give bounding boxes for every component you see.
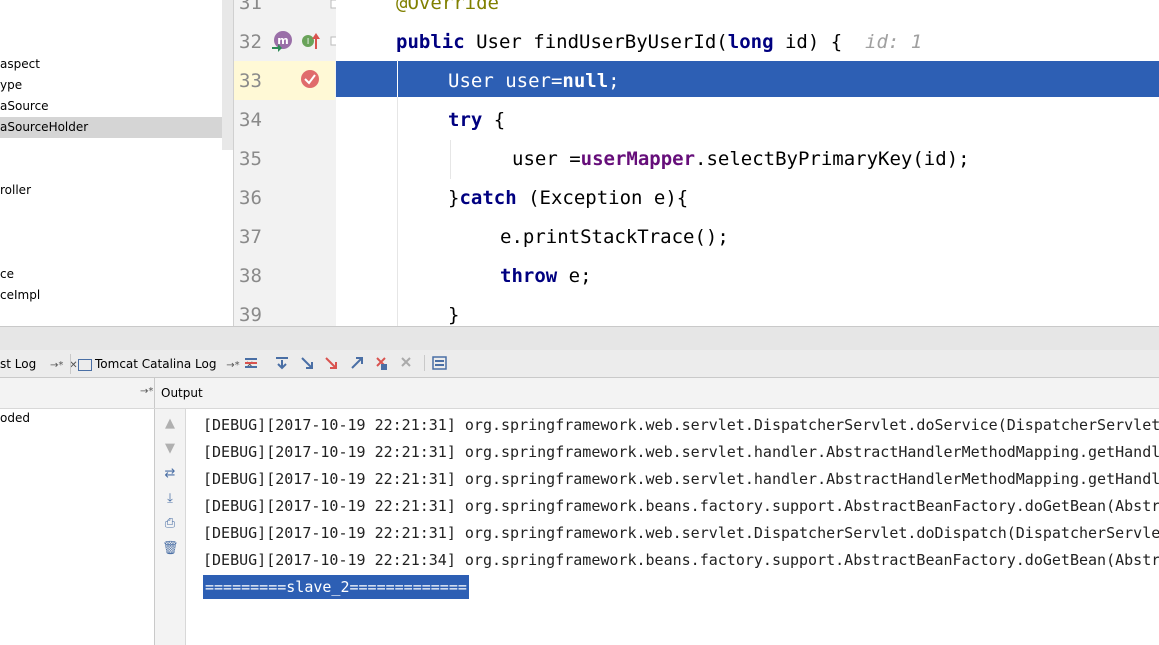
scroll-to-end-icon[interactable]: ⤓: [162, 491, 178, 507]
indent-guide: [397, 60, 398, 326]
step-over-icon[interactable]: [276, 357, 288, 370]
down-arrow-icon[interactable]: ▼: [162, 441, 178, 457]
line-number: 37: [239, 226, 262, 248]
tree-item[interactable]: aSource: [0, 96, 49, 117]
line-number: 39: [239, 304, 262, 326]
debugger-toolbar: [245, 355, 447, 371]
code-line-32[interactable]: public User findUserByUserId(long id) { …: [396, 31, 922, 53]
deployment-item[interactable]: oded: [0, 411, 30, 425]
console-output[interactable]: [DEBUG][2017-10-19 22:21:31] org.springf…: [186, 409, 1159, 645]
pane-divider: [154, 378, 155, 408]
code-text: user =: [512, 148, 581, 170]
code-line-34[interactable]: try {: [448, 109, 505, 131]
print-icon[interactable]: ⎙: [162, 516, 178, 532]
soft-wrap-icon[interactable]: ⇄: [162, 466, 178, 482]
log-line: [DEBUG][2017-10-19 22:21:34] org.springf…: [203, 551, 1159, 569]
tab-label: Tomcat Catalina Log: [95, 357, 217, 371]
code-text: }: [448, 304, 460, 326]
code-line-37[interactable]: e.printStackTrace();: [500, 226, 729, 248]
show-execution-point-icon[interactable]: [245, 358, 257, 368]
code-line-36[interactable]: }catch (Exception e){: [448, 187, 688, 209]
code-text: (Exception e){: [516, 187, 689, 209]
log-line: [DEBUG][2017-10-19 22:21:31] org.springf…: [203, 524, 1159, 542]
tree-item[interactable]: ceImpl: [0, 285, 40, 306]
debug-inline-value: id: 1: [842, 31, 923, 53]
svg-text:I: I: [307, 37, 309, 46]
line-number: 35: [239, 148, 262, 170]
line-number: 33: [239, 70, 262, 92]
code-text: id) {: [773, 31, 843, 53]
line-number: 32: [239, 31, 262, 53]
line-number: 38: [239, 265, 262, 287]
tab-divider: [70, 354, 71, 374]
line-number: 31: [239, 0, 262, 14]
tab-tomcat-catalina-log[interactable]: Tomcat Catalina Log →* ✕: [78, 353, 254, 375]
evaluate-expression-icon[interactable]: [432, 356, 447, 370]
pin-icon[interactable]: →*: [226, 360, 239, 371]
tree-item[interactable]: aspect: [0, 54, 40, 75]
log-tab-bar: st Log →* ✕ Tomcat Catalina Log →* ✕: [0, 350, 1159, 378]
force-step-into-icon[interactable]: [325, 357, 337, 369]
field-reference: userMapper: [580, 148, 696, 170]
output-side-toolbar: ▲ ▼ ⇄ ⤓ ⎙ 🗑: [155, 409, 186, 645]
drop-frame-icon[interactable]: [376, 357, 387, 370]
code-line-31[interactable]: @Override: [396, 0, 499, 14]
up-arrow-icon[interactable]: ▲: [162, 416, 178, 432]
annotation: @Override: [396, 0, 499, 14]
breakpoint-icon[interactable]: [299, 68, 321, 90]
code-text: {: [482, 109, 506, 131]
keyword: throw: [500, 265, 558, 287]
code-text: .selectByPrimaryKey(id);: [695, 148, 970, 170]
deployment-list: oded: [0, 409, 155, 645]
tree-item[interactable]: ype: [0, 75, 22, 96]
panel-splitter[interactable]: [0, 326, 1159, 351]
step-out-icon[interactable]: [351, 357, 363, 369]
tree-scrollbar[interactable]: [222, 0, 233, 150]
code-line-33[interactable]: User user=null;: [448, 70, 620, 92]
log-icon: [78, 358, 92, 371]
indent-guide: [397, 61, 398, 97]
tree-item[interactable]: roller: [0, 180, 31, 201]
line-number: 34: [239, 109, 262, 131]
tree-item-selected[interactable]: aSourceHolder: [0, 117, 222, 138]
keyword: long: [727, 31, 774, 53]
log-line: [DEBUG][2017-10-19 22:21:31] org.springf…: [203, 497, 1159, 515]
output-header: →* Output: [0, 378, 1159, 409]
tab-localhost-log[interactable]: st Log →* ✕: [0, 353, 78, 375]
keyword: public: [396, 31, 465, 53]
output-title: Output: [161, 386, 203, 400]
code-text: }: [448, 187, 460, 209]
method-override-icon[interactable]: m I: [270, 29, 322, 53]
pin-icon[interactable]: →*: [140, 386, 153, 397]
log-line: [DEBUG][2017-10-19 22:21:31] org.springf…: [203, 416, 1159, 434]
tab-label: st Log: [0, 357, 37, 371]
code-text: e.printStackTrace();: [500, 226, 729, 248]
step-into-icon[interactable]: [301, 357, 313, 369]
keyword: catch: [459, 187, 517, 209]
selected-log-line[interactable]: =========slave_2=============: [203, 575, 469, 599]
code-text: User findUserByUserId(: [464, 31, 728, 53]
log-line: [DEBUG][2017-10-19 22:21:31] org.springf…: [203, 443, 1159, 461]
code-text: e;: [557, 265, 592, 287]
code-text: User user=: [448, 70, 563, 92]
code-line-35[interactable]: user =userMapper.selectByPrimaryKey(id);: [512, 148, 970, 170]
code-line-39[interactable]: }: [448, 304, 459, 326]
keyword: try: [448, 109, 483, 131]
code-line-38[interactable]: throw e;: [500, 265, 592, 287]
log-line: [DEBUG][2017-10-19 22:21:31] org.springf…: [203, 470, 1159, 488]
line-number: 36: [239, 187, 262, 209]
pin-icon[interactable]: →*: [50, 360, 63, 371]
indent-guide: [450, 140, 451, 179]
trash-icon[interactable]: 🗑: [162, 541, 179, 557]
run-to-cursor-icon[interactable]: [401, 357, 411, 367]
keyword: null: [562, 70, 609, 92]
code-text: ;: [608, 70, 620, 92]
tree-item[interactable]: ce: [0, 264, 14, 285]
project-tree: aspect ype aSource aSourceHolder roller …: [0, 0, 233, 326]
